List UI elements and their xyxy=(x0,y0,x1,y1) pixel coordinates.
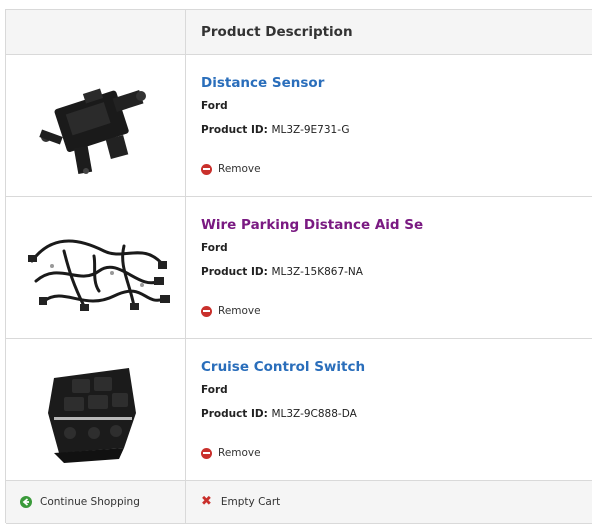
product-desc-cell: Wire Parking Distance Aid Se Ford Produc… xyxy=(186,197,592,338)
product-desc-cell: Distance Sensor Ford Product ID: ML3Z-9E… xyxy=(186,55,592,196)
product-id-label: Product ID: xyxy=(201,408,268,420)
footer-left-cell: Continue Shopping xyxy=(6,481,186,523)
header-image-cell xyxy=(6,10,186,54)
product-image-cell xyxy=(6,339,186,480)
cart-footer-row: Continue Shopping ✖ Empty Cart xyxy=(6,481,592,524)
remove-button[interactable]: Remove xyxy=(201,305,261,317)
product-name-link[interactable]: Wire Parking Distance Aid Se xyxy=(201,217,423,233)
arrow-left-circle-icon xyxy=(20,496,32,508)
product-id-label: Product ID: xyxy=(201,124,268,136)
product-id: Product ID: ML3Z-9E731-G xyxy=(201,124,350,136)
header-desc-cell: Product Description xyxy=(186,10,592,54)
table-header-row: Product Description xyxy=(6,10,592,55)
footer-right-cell: ✖ Empty Cart xyxy=(186,481,592,523)
wiring-harness-image[interactable] xyxy=(24,211,174,326)
column-header-product-description: Product Description xyxy=(201,24,353,40)
cart-item-row: Distance Sensor Ford Product ID: ML3Z-9E… xyxy=(6,55,592,197)
cart-table: Product Description Distance Sensor Ford… xyxy=(5,9,592,524)
product-brand: Ford xyxy=(201,384,228,396)
cart-item-row: Wire Parking Distance Aid Se Ford Produc… xyxy=(6,197,592,339)
product-id: Product ID: ML3Z-9C888-DA xyxy=(201,408,357,420)
remove-label: Remove xyxy=(218,305,261,317)
distance-sensor-image[interactable] xyxy=(24,69,174,184)
remove-label: Remove xyxy=(218,447,261,459)
product-name-link[interactable]: Distance Sensor xyxy=(201,75,324,91)
minus-circle-icon xyxy=(201,305,212,317)
empty-cart-label: Empty Cart xyxy=(220,496,281,508)
continue-shopping-button[interactable]: Continue Shopping xyxy=(20,496,140,508)
product-desc-cell: Cruise Control Switch Ford Product ID: M… xyxy=(186,339,592,480)
remove-button[interactable]: Remove xyxy=(201,447,261,459)
product-image-cell xyxy=(6,197,186,338)
product-id-label: Product ID: xyxy=(201,266,268,278)
product-brand: Ford xyxy=(201,242,228,254)
minus-circle-icon xyxy=(201,163,212,175)
product-id-value: ML3Z-9E731-G xyxy=(271,124,350,136)
empty-cart-button[interactable]: ✖ Empty Cart xyxy=(201,494,281,509)
product-brand: Ford xyxy=(201,100,228,112)
remove-button[interactable]: Remove xyxy=(201,163,261,175)
cart-item-row: Cruise Control Switch Ford Product ID: M… xyxy=(6,339,592,481)
product-id: Product ID: ML3Z-15K867-NA xyxy=(201,266,363,278)
continue-shopping-label: Continue Shopping xyxy=(40,496,140,508)
x-icon: ✖ xyxy=(201,494,212,509)
remove-label: Remove xyxy=(218,163,261,175)
product-id-value: ML3Z-15K867-NA xyxy=(271,266,363,278)
product-name-link[interactable]: Cruise Control Switch xyxy=(201,359,365,375)
cruise-control-switch-image[interactable] xyxy=(24,353,174,468)
minus-circle-icon xyxy=(201,447,212,459)
product-id-value: ML3Z-9C888-DA xyxy=(271,408,357,420)
product-image-cell xyxy=(6,55,186,196)
